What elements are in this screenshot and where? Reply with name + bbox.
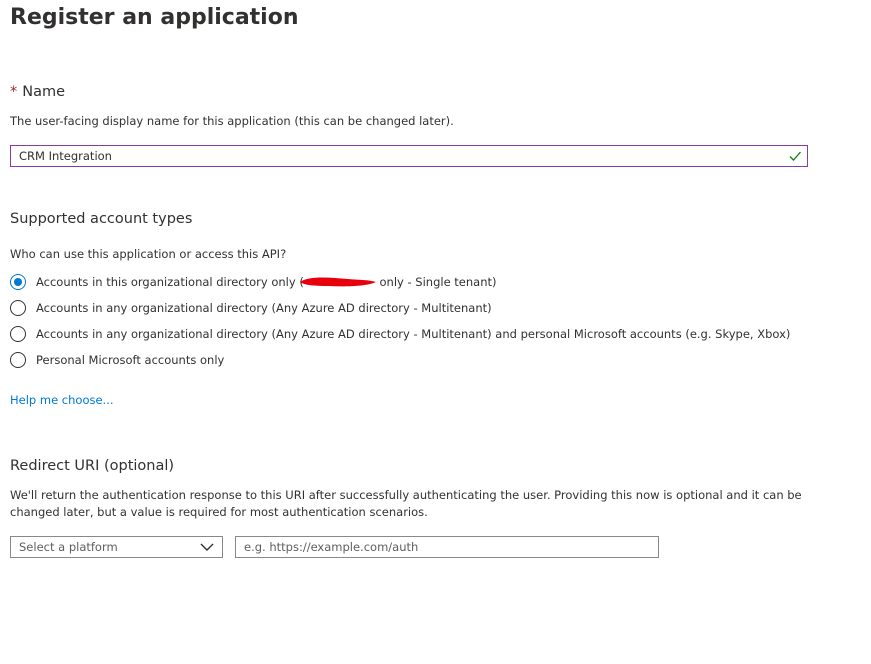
name-heading-label: Name xyxy=(22,84,66,100)
platform-select-placeholder: Select a platform xyxy=(19,540,118,554)
radio-button[interactable] xyxy=(10,352,26,368)
radio-label-personal-only: Personal Microsoft accounts only xyxy=(36,353,225,367)
redirect-description: We'll return the authentication response… xyxy=(10,487,802,521)
name-description: The user-facing display name for this ap… xyxy=(10,114,454,128)
radio-personal-only[interactable]: Personal Microsoft accounts only xyxy=(10,350,224,370)
redirect-description-line2: changed later, but a value is required f… xyxy=(10,505,428,519)
checkmark-icon xyxy=(789,151,801,161)
required-marker: * xyxy=(10,84,18,100)
account-types-heading: Supported account types xyxy=(10,211,193,227)
radio-multitenant-personal[interactable]: Accounts in any organizational directory… xyxy=(10,324,790,344)
name-field-container xyxy=(10,145,808,167)
radio-button[interactable] xyxy=(10,300,26,316)
chevron-down-icon xyxy=(200,543,214,551)
radio-button-selected[interactable] xyxy=(10,274,26,290)
radio-button[interactable] xyxy=(10,326,26,342)
help-me-choose-link[interactable]: Help me choose... xyxy=(10,393,114,407)
name-input[interactable] xyxy=(11,146,788,166)
radio-label-single-tenant: Accounts in this organizational director… xyxy=(36,275,497,289)
redaction-mark xyxy=(299,277,376,287)
platform-select[interactable]: Select a platform xyxy=(10,536,223,558)
radio-label-multitenant: Accounts in any organizational directory… xyxy=(36,301,492,315)
radio-label-multitenant-personal: Accounts in any organizational directory… xyxy=(36,327,791,341)
redirect-uri-input[interactable] xyxy=(235,536,659,558)
redirect-description-line1: We'll return the authentication response… xyxy=(10,488,802,502)
radio-single-tenant[interactable]: Accounts in this organizational director… xyxy=(10,272,497,292)
radio-multitenant[interactable]: Accounts in any organizational directory… xyxy=(10,298,492,318)
page-title: Register an application xyxy=(10,5,299,30)
more-options-button[interactable]: ··· xyxy=(284,8,297,24)
redirect-heading: Redirect URI (optional) xyxy=(10,458,175,474)
account-types-question: Who can use this application or access t… xyxy=(10,247,287,261)
name-heading: * Name xyxy=(10,84,65,100)
